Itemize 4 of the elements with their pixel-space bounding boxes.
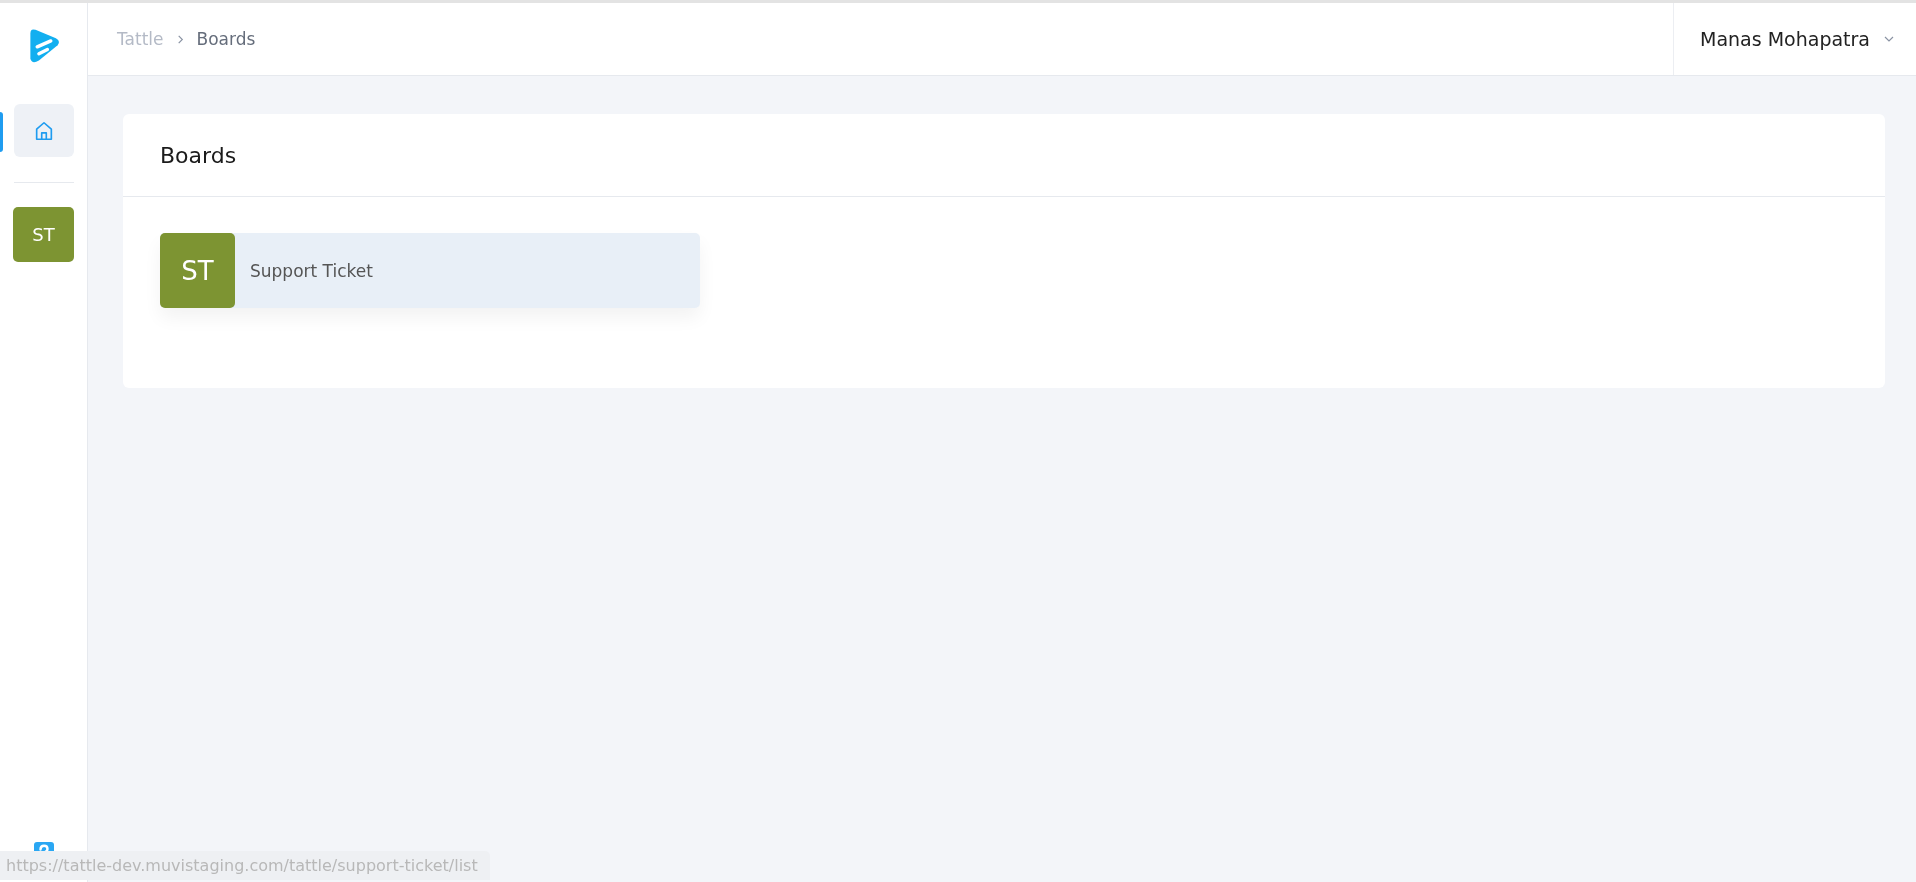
status-url-tooltip: https://tattle-dev.muvistaging.com/tattle/support-ticket/list (0, 851, 490, 880)
board-name: Support Ticket (250, 260, 373, 281)
card-title: Boards (160, 142, 237, 168)
board-avatar: ST (160, 233, 235, 308)
